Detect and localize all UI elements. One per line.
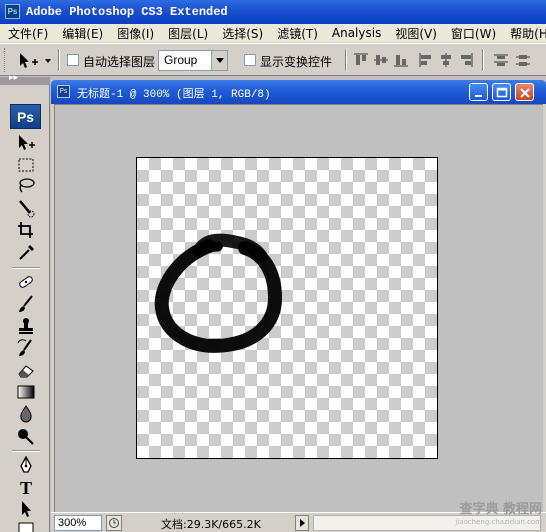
menu-file[interactable]: 文件(F) xyxy=(0,25,54,42)
show-transform-checkbox[interactable] xyxy=(244,54,256,66)
watermark-url: jiaocheng.chazidian.com xyxy=(455,518,542,526)
blur-tool[interactable] xyxy=(15,404,37,424)
options-bar-grip[interactable] xyxy=(4,48,7,72)
app-title: Adobe Photoshop CS3 Extended xyxy=(26,5,228,19)
align-vertical-centers-icon[interactable] xyxy=(372,52,390,68)
minimize-icon xyxy=(475,95,482,97)
maximize-icon xyxy=(496,87,508,98)
maximize-button[interactable] xyxy=(492,83,511,101)
photoshop-logo[interactable]: Ps xyxy=(10,104,41,129)
menu-filter[interactable]: 滤镜(T) xyxy=(269,25,324,42)
crop-icon xyxy=(18,222,33,238)
align-bottom-edges-icon[interactable] xyxy=(392,52,410,68)
clone-stamp-tool[interactable] xyxy=(15,316,37,336)
auto-select-target-select[interactable]: Group xyxy=(158,50,228,71)
image-canvas[interactable] xyxy=(136,157,438,459)
marquee-tool[interactable] xyxy=(15,155,37,175)
tools-panel: ▸▸ Ps T xyxy=(0,73,50,532)
distribute-top-edges-icon[interactable] xyxy=(492,52,510,68)
clock-icon xyxy=(109,518,119,528)
lasso-tool[interactable] xyxy=(15,176,37,196)
separator xyxy=(12,267,40,269)
separator xyxy=(58,49,60,71)
menu-window[interactable]: 窗口(W) xyxy=(443,25,502,42)
dodge-icon xyxy=(18,429,34,445)
document-icon: Ps xyxy=(57,85,70,98)
align-left-edges-icon[interactable] xyxy=(417,52,435,68)
dodge-tool[interactable] xyxy=(15,426,37,446)
type-icon: T xyxy=(20,478,32,498)
pen-icon xyxy=(20,455,32,473)
distribute-vertical-centers-icon[interactable] xyxy=(514,52,532,68)
menu-view[interactable]: 视图(V) xyxy=(387,25,443,42)
healing-brush-icon xyxy=(19,276,33,288)
healing-brush-tool[interactable] xyxy=(15,272,37,292)
document-size-info: 文档:29.3K/665.2K xyxy=(161,518,261,531)
auto-select-label: 自动选择图层 xyxy=(83,55,156,69)
quick-selection-icon xyxy=(19,200,35,218)
quick-selection-tool[interactable] xyxy=(15,198,37,218)
status-info-icon[interactable] xyxy=(106,515,122,531)
menu-select[interactable]: 选择(S) xyxy=(214,25,269,42)
auto-select-target-value: Group xyxy=(164,53,198,67)
gradient-tool[interactable] xyxy=(15,382,37,402)
path-selection-tool[interactable] xyxy=(15,499,37,519)
close-button[interactable] xyxy=(515,83,534,101)
menu-bar: 文件(F) 编辑(E) 图像(I) 图层(L) 选择(S) 滤镜(T) Anal… xyxy=(0,24,546,43)
minimize-button[interactable] xyxy=(469,83,488,101)
pen-tool[interactable] xyxy=(15,455,37,475)
blur-icon xyxy=(20,405,32,423)
options-bar: 自动选择图层 显示变换控件 xyxy=(0,43,546,76)
type-tool[interactable]: T xyxy=(15,477,37,498)
photoshop-app-icon: Ps xyxy=(5,4,20,19)
crop-tool[interactable] xyxy=(15,220,37,240)
chevron-down-icon[interactable] xyxy=(211,51,227,70)
menu-analysis[interactable]: Analysis xyxy=(324,26,387,40)
tools-panel-header[interactable]: ▸▸ xyxy=(0,73,50,85)
align-top-edges-icon[interactable] xyxy=(352,52,370,68)
shape-tool[interactable] xyxy=(15,519,37,532)
rectangular-marquee-icon xyxy=(18,158,34,172)
document-title-bar[interactable]: Ps 无标题-1 @ 300% (图层 1, RGB/8) xyxy=(51,80,546,104)
eraser-icon xyxy=(18,365,34,378)
menu-help[interactable]: 帮助(H) xyxy=(502,25,546,42)
auto-select-checkbox[interactable] xyxy=(67,54,79,66)
brush-tool[interactable] xyxy=(15,294,37,314)
lasso-icon xyxy=(19,178,35,193)
move-tool-icon xyxy=(20,53,51,68)
separator xyxy=(12,450,40,452)
rectangle-shape-icon xyxy=(18,522,34,532)
watermark: 查字典 教程网 jiaocheng.chazidian.com xyxy=(455,503,542,529)
app-title-bar[interactable]: Ps Adobe Photoshop CS3 Extended xyxy=(0,0,546,24)
move-tool-icon xyxy=(19,135,35,150)
gradient-icon xyxy=(17,385,35,399)
history-brush-icon xyxy=(17,339,32,356)
svg-text:T: T xyxy=(20,478,32,497)
watermark-text: 查字典 教程网 xyxy=(459,502,542,517)
menu-image[interactable]: 图像(I) xyxy=(109,25,160,42)
close-icon xyxy=(520,88,530,98)
document-title: 无标题-1 @ 300% (图层 1, RGB/8) xyxy=(77,89,271,101)
menu-edit[interactable]: 编辑(E) xyxy=(54,25,109,42)
history-brush-tool[interactable] xyxy=(15,338,37,358)
eyedropper-tool[interactable] xyxy=(15,242,37,262)
move-tool[interactable] xyxy=(15,133,37,153)
brush-stroke-circle xyxy=(154,233,283,353)
clone-stamp-icon xyxy=(19,318,33,334)
brush-icon xyxy=(19,295,33,312)
show-transform-label: 显示变换控件 xyxy=(260,55,333,69)
align-horizontal-centers-icon[interactable] xyxy=(437,52,455,68)
eyedropper-icon xyxy=(19,245,34,260)
status-menu-arrow[interactable] xyxy=(295,515,309,531)
zoom-field[interactable]: 300% xyxy=(54,515,102,531)
menu-layer[interactable]: 图层(L) xyxy=(160,25,214,42)
path-selection-icon xyxy=(22,501,31,517)
separator xyxy=(482,49,484,71)
expand-panel-icon[interactable]: ▸▸ xyxy=(9,73,18,83)
align-right-edges-icon[interactable] xyxy=(457,52,475,68)
tool-preset-picker[interactable] xyxy=(14,49,54,71)
eraser-tool[interactable] xyxy=(15,360,37,380)
separator xyxy=(345,49,347,71)
